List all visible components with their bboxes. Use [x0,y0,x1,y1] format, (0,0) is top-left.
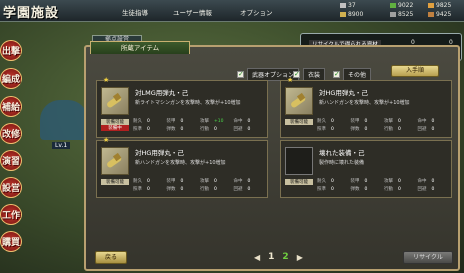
broken-equipment-icon [285,147,313,175]
item-name: 壊れた装備・己 [319,149,365,157]
resource-count-4a: 9825 [428,2,451,9]
fuel-icon [390,3,396,8]
star-icon: ★ [287,76,294,84]
page-title: 学園施設 [3,6,60,21]
star-icon: ★ [103,76,110,84]
item-card[interactable]: ★ 対LMG用弾丸・己 新ライトマシンガンを攻撃時、攻撃が+10増加 装備可能 … [96,76,268,138]
checkbox-icon[interactable] [293,70,300,78]
chevron-right-icon[interactable]: ▶ [297,253,303,262]
bauxite-icon [428,12,434,17]
side-menu-facility[interactable]: 設営 [0,177,22,198]
item-description: 新ライトマシンガンを攻撃時、攻撃が+10増加 [135,100,241,106]
item-description: 製作時に壊れた装備 [319,160,365,166]
item-name: 対HG用弾丸・己 [319,89,368,97]
bullet-icon [285,87,313,115]
item-description: 新ハンドガンを攻撃時、攻撃が+10増加 [319,100,410,106]
ammo-icon [428,3,434,8]
equipped-badge: 装備中 [101,125,129,131]
resource-icon [340,3,346,8]
side-menu-shop[interactable]: 購買 [0,231,22,252]
chevron-left-icon[interactable]: ◀ [254,253,260,262]
side-menu-modify[interactable]: 改修 [0,123,22,144]
side-menu-exercise[interactable]: 演習 [0,150,22,171]
item-card[interactable]: ★ 対HG用弾丸・己 新ハンドガンを攻撃時、攻撃が+10増加 装備可能 耐久 0 … [96,136,268,198]
coin-icon [340,12,346,17]
recycle-button[interactable]: リサイクル [403,251,453,264]
item-stats: 耐久 0 装甲 0 攻撃 0 命中 0 照準 0 弾数 0 行動 0 回避 0 [317,119,435,132]
tab-owned-items[interactable]: 所蔵アイテム [90,41,190,54]
top-bar: 学園施設 生徒指導 ユーザー情報 オプション 37 8900 9022 8525… [0,0,464,22]
item-card[interactable]: ★ 対HG用弾丸・己 新ハンドガンを攻撃時、攻撃が+10増加 装備可能 耐久 0 … [280,76,452,138]
side-menu-sortie[interactable]: 出撃 [0,40,22,61]
resource-count-3b: 8525 [390,11,413,18]
bullet-icon [101,87,129,115]
checkbox-icon[interactable] [333,70,340,78]
star-icon: ★ [103,136,110,144]
item-stats: 耐久 0 装甲 0 攻撃 0 命中 0 照準 0 弾数 0 行動 0 回避 0 [317,179,435,192]
item-name: 対HG用弾丸・己 [135,149,184,157]
equippable-badge: 装備可能 [285,179,313,185]
resource-count-4b: 9425 [428,11,451,18]
tab-options[interactable]: オプション [234,5,279,19]
tab-user-info[interactable]: ユーザー情報 [167,5,218,19]
checkbox-icon[interactable] [237,70,244,78]
equippable-badge: 装備可能 [285,119,313,125]
sort-button[interactable]: 入手順 [391,65,439,77]
background-level: Lv.1 [52,142,71,149]
item-stats: 耐久 0 装甲 0 攻撃 0 命中 0 照準 0 弾数 0 行動 0 回避 0 [133,179,251,192]
item-stats: 耐久 0 装甲 0 攻撃 +10 命中 0 照準 0 弾数 0 行動 0 回避 0 [133,119,251,132]
item-card[interactable]: 壊れた装備・己 製作時に壊れた装備 装備可能 耐久 0 装甲 0 攻撃 0 命中 0 照… [280,140,452,198]
page-2[interactable]: 2 [282,252,288,262]
side-menu-formation[interactable]: 編成 [0,68,22,89]
bullet-icon [101,147,129,175]
steel-icon [390,12,396,17]
resource-count-1: 37 [340,2,356,9]
background-character [40,100,88,140]
item-description: 新ハンドガンを攻撃時、攻撃が+10増加 [135,160,226,166]
side-menu-supply[interactable]: 補給 [0,96,22,117]
back-button[interactable]: 戻る [95,251,127,264]
resource-count-2: 8900 [340,11,363,18]
side-menu-craft[interactable]: 工作 [0,204,22,225]
tab-student-guidance[interactable]: 生徒指導 [116,5,154,19]
page-1[interactable]: 1 [268,252,274,262]
equippable-badge: 装備可能 [101,179,129,185]
item-name: 対LMG用弾丸・己 [135,89,189,97]
resource-count-3a: 9022 [390,2,413,9]
pagination: ◀ 1 2 ▶ [250,252,307,262]
